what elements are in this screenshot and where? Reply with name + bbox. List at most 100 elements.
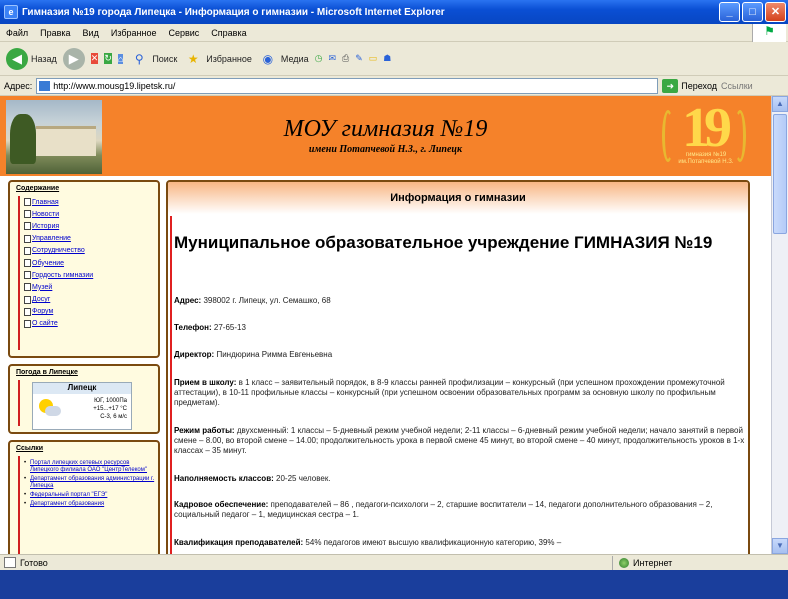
media-icon: ◉ <box>262 51 274 66</box>
nav-item-pride[interactable]: Гордость гимназии <box>24 269 93 281</box>
vertical-scrollbar[interactable]: ▲ ▼ <box>771 96 788 554</box>
ie-window: e Гимназия №19 города Липецка - Информац… <box>0 0 788 570</box>
links-title: Ссылки <box>16 445 44 452</box>
qualification-info: Квалификация преподавателей: 54% педагог… <box>174 538 562 547</box>
address-label: Адрес: <box>4 80 33 91</box>
school-subtitle: имени Потапчевой Н.З., г. Липецк <box>308 144 463 155</box>
link-item[interactable]: Федеральный портал "ЕГЭ" <box>24 492 156 499</box>
history-icon[interactable]: ◷ <box>315 53 323 64</box>
page-icon <box>24 234 31 243</box>
page-icon <box>24 319 31 328</box>
weather-title: Погода в Липецке <box>16 369 78 376</box>
main-content: Информация о гимназии Муниципальное обра… <box>166 180 750 554</box>
scroll-down-icon[interactable]: ▼ <box>772 538 788 554</box>
home-icon[interactable]: ⌂ <box>117 53 124 64</box>
partly-cloudy-icon <box>39 399 61 417</box>
go-button[interactable]: ➜ Переход <box>662 78 717 93</box>
page-done-icon <box>4 557 16 568</box>
nav-item-cooperation[interactable]: Сотрудничество <box>24 245 93 257</box>
favorites-button[interactable]: ★ Избранное <box>183 49 252 69</box>
page-heading: Муниципальное образовательное учреждение… <box>174 233 713 252</box>
nav-item-about[interactable]: О сайте <box>24 318 93 330</box>
weather-city: Липецк <box>33 383 131 394</box>
weather-values: ЮГ, 1000Па +15...+17 °C С-3, 6 м/с <box>93 398 127 420</box>
minimize-button[interactable]: _ <box>719 2 740 22</box>
ie-icon: e <box>4 5 18 19</box>
address-input[interactable]: http://www.mousg19.lipetsk.ru/ <box>36 77 659 94</box>
security-zone: Интернет <box>612 556 672 570</box>
admission-info: Прием в школу: в 1 класс – заявительный … <box>174 378 725 407</box>
emblem-number: 19 <box>682 97 732 159</box>
status-bar: Готово Интернет <box>0 554 788 570</box>
link-item[interactable]: Департамент образования администрации г.… <box>24 476 156 490</box>
close-button[interactable]: ✕ <box>765 2 786 22</box>
emblem-caption: гимназия №19 им.Потапчевой Н.З. <box>678 152 734 165</box>
nav-item-museum[interactable]: Музей <box>24 281 93 293</box>
toolbar: ◀ Назад ▶ ✕ ↻ ⌂ ⚲ Поиск ★ Избранное ◉ Ме… <box>0 42 788 76</box>
refresh-icon[interactable]: ↻ <box>104 53 112 64</box>
nav-item-management[interactable]: Управление <box>24 233 93 245</box>
page-viewport[interactable]: МОУ гимназия №19 имени Потапчевой Н.З., … <box>0 96 771 554</box>
director-info: Директор: Пиндюрина Римма Евгеньевна <box>174 350 333 359</box>
nav-item-history[interactable]: История <box>24 220 93 232</box>
schedule-info: Режим работы: двухсменный: 1 классы – 5-… <box>174 426 745 455</box>
folder-icon[interactable]: ▭ <box>369 53 378 64</box>
menu-bar: Файл Правка Вид Избранное Сервис Справка <box>0 24 788 42</box>
scroll-up-icon[interactable]: ▲ <box>772 96 788 112</box>
print-icon[interactable]: ⎙ <box>342 53 349 64</box>
menu-help[interactable]: Справка <box>211 28 246 38</box>
gymnasium-emblem: 19 гимназия №19 им.Потапчевой Н.З. <box>660 97 750 172</box>
menu-file[interactable]: Файл <box>6 28 28 38</box>
nav-item-news[interactable]: Новости <box>24 208 93 220</box>
stop-icon[interactable]: ✕ <box>90 53 99 64</box>
menu-tools[interactable]: Сервис <box>168 28 199 38</box>
menu-favorites[interactable]: Избранное <box>111 28 157 38</box>
title-bar[interactable]: e Гимназия №19 города Липецка - Информац… <box>0 0 788 24</box>
page-icon <box>24 210 31 219</box>
weather-widget[interactable]: Липецк ЮГ, 1000Па +15...+17 °C С-3, 6 м/… <box>32 382 132 430</box>
windows-logo-icon: ⚑ <box>752 24 786 42</box>
nav-item-home[interactable]: Главная <box>24 196 93 208</box>
forward-button[interactable]: ▶ <box>62 47 85 70</box>
search-button[interactable]: ⚲ Поиск <box>129 49 177 69</box>
nav-item-forum[interactable]: Форум <box>24 306 93 318</box>
links-button[interactable]: Ссылки <box>721 81 753 91</box>
maximize-button[interactable]: □ <box>742 2 763 22</box>
status-text: Готово <box>20 557 48 568</box>
go-arrow-icon: ➜ <box>662 78 679 93</box>
scroll-thumb[interactable] <box>773 114 787 234</box>
staff-info: Кадровое обеспечение: преподавателей – 8… <box>174 500 713 519</box>
address-info: Адрес: 398002 г. Липецк, ул. Семашко, 68 <box>174 296 331 305</box>
address-bar: Адрес: http://www.mousg19.lipetsk.ru/ ➜ … <box>0 76 788 96</box>
menu-edit[interactable]: Правка <box>40 28 70 38</box>
school-name: МОУ гимназия №19 <box>283 116 488 142</box>
contents-panel: Содержание Главная Новости История Управ… <box>8 180 160 358</box>
weather-panel: Погода в Липецке Липецк ЮГ, 1000Па +15..… <box>8 364 160 434</box>
edit-icon[interactable]: ✎ <box>355 53 363 64</box>
messenger-icon[interactable]: ☗ <box>383 53 391 64</box>
window-controls: _ □ ✕ <box>719 2 786 22</box>
media-button[interactable]: ◉ Медиа <box>258 49 309 69</box>
back-arrow-icon: ◀ <box>6 47 28 70</box>
links-panel: Ссылки Портал липецких сетевых ресурсов … <box>8 440 160 554</box>
back-button[interactable]: ◀ Назад <box>6 47 57 70</box>
page-icon <box>24 295 31 304</box>
nav-item-education[interactable]: Обучение <box>24 257 93 269</box>
external-links: Портал липецких сетевых ресурсов Липецко… <box>24 460 156 510</box>
star-icon: ★ <box>187 51 199 66</box>
window-title: Гимназия №19 города Липецка - Информация… <box>22 6 445 18</box>
contents-title: Содержание <box>16 185 60 192</box>
content-header: Информация о гимназии <box>168 182 748 214</box>
link-item[interactable]: Портал липецких сетевых ресурсов Липецко… <box>24 460 156 474</box>
mail-icon[interactable]: ✉ <box>328 53 336 64</box>
page-icon <box>24 283 31 292</box>
link-item[interactable]: Департамент образования <box>24 501 156 508</box>
internet-globe-icon <box>619 558 629 568</box>
page-icon <box>24 259 31 268</box>
page-icon <box>24 222 31 231</box>
page-icon <box>24 246 31 255</box>
phone-info: Телефон: 27-65-13 <box>174 323 246 332</box>
menu-view[interactable]: Вид <box>83 28 99 38</box>
page-icon <box>24 271 31 280</box>
nav-item-leisure[interactable]: Досуг <box>24 294 93 306</box>
